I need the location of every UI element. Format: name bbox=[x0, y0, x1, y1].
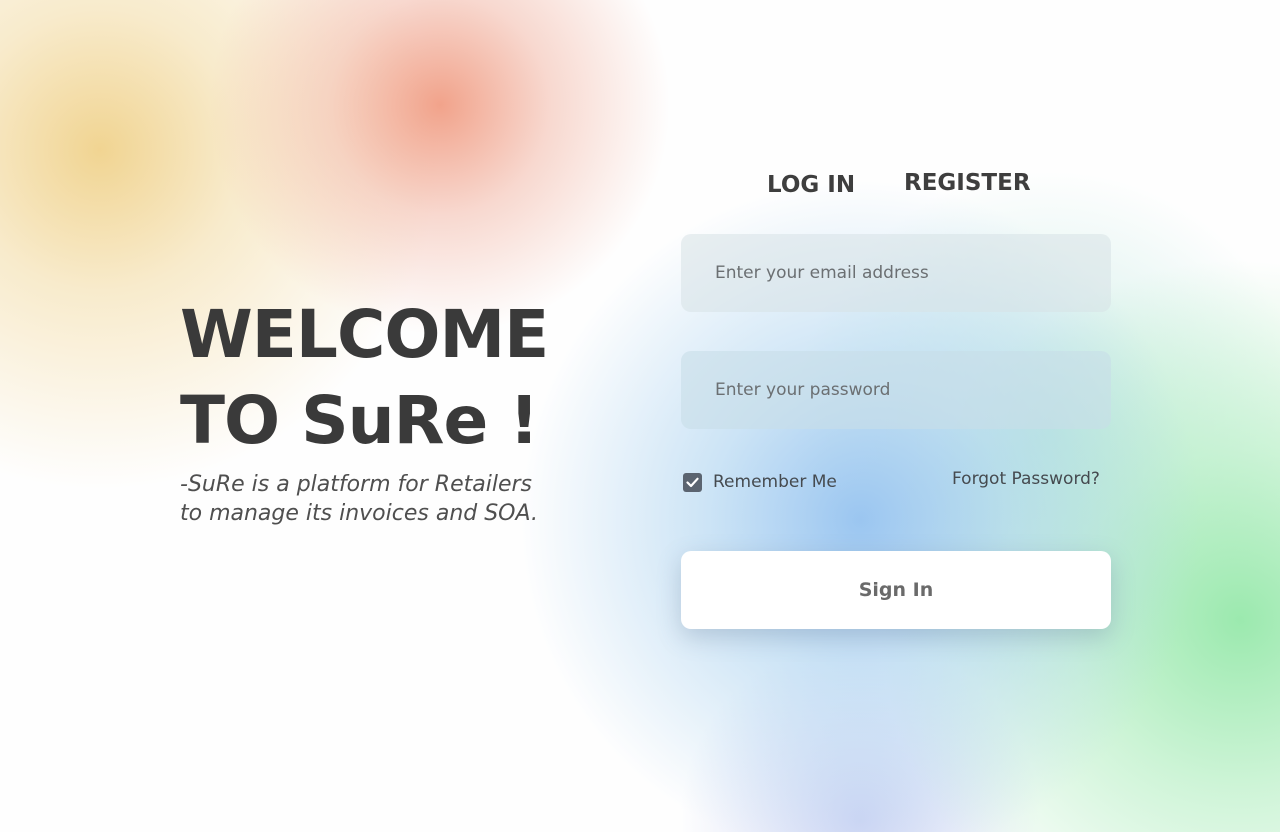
welcome-heading: WELCOME TO SuRe ! bbox=[180, 292, 600, 464]
welcome-heading-line-2: TO SuRe ! bbox=[180, 382, 539, 459]
tab-login[interactable]: LOG IN bbox=[767, 172, 855, 198]
tagline: -SuRe is a platform for Retailers to man… bbox=[180, 470, 600, 528]
auth-tabs: LOG IN REGISTER bbox=[681, 170, 1111, 204]
forgot-password-link[interactable]: Forgot Password? bbox=[952, 469, 1100, 489]
remember-me-checkbox[interactable]: Remember Me bbox=[683, 470, 837, 494]
remember-me-label: Remember Me bbox=[713, 472, 837, 492]
email-field[interactable] bbox=[681, 234, 1111, 312]
tagline-line-2: to manage its invoices and SOA. bbox=[180, 501, 538, 526]
checkbox-box[interactable] bbox=[683, 472, 702, 492]
welcome-section: WELCOME TO SuRe ! -SuRe is a platform fo… bbox=[180, 292, 600, 528]
sign-in-button[interactable]: Sign In bbox=[681, 551, 1111, 629]
tab-register[interactable]: REGISTER bbox=[904, 170, 1031, 196]
welcome-heading-line-1: WELCOME bbox=[180, 296, 549, 373]
check-icon bbox=[686, 477, 699, 487]
password-field[interactable] bbox=[681, 351, 1111, 429]
tagline-line-1: -SuRe is a platform for Retailers bbox=[180, 472, 532, 497]
